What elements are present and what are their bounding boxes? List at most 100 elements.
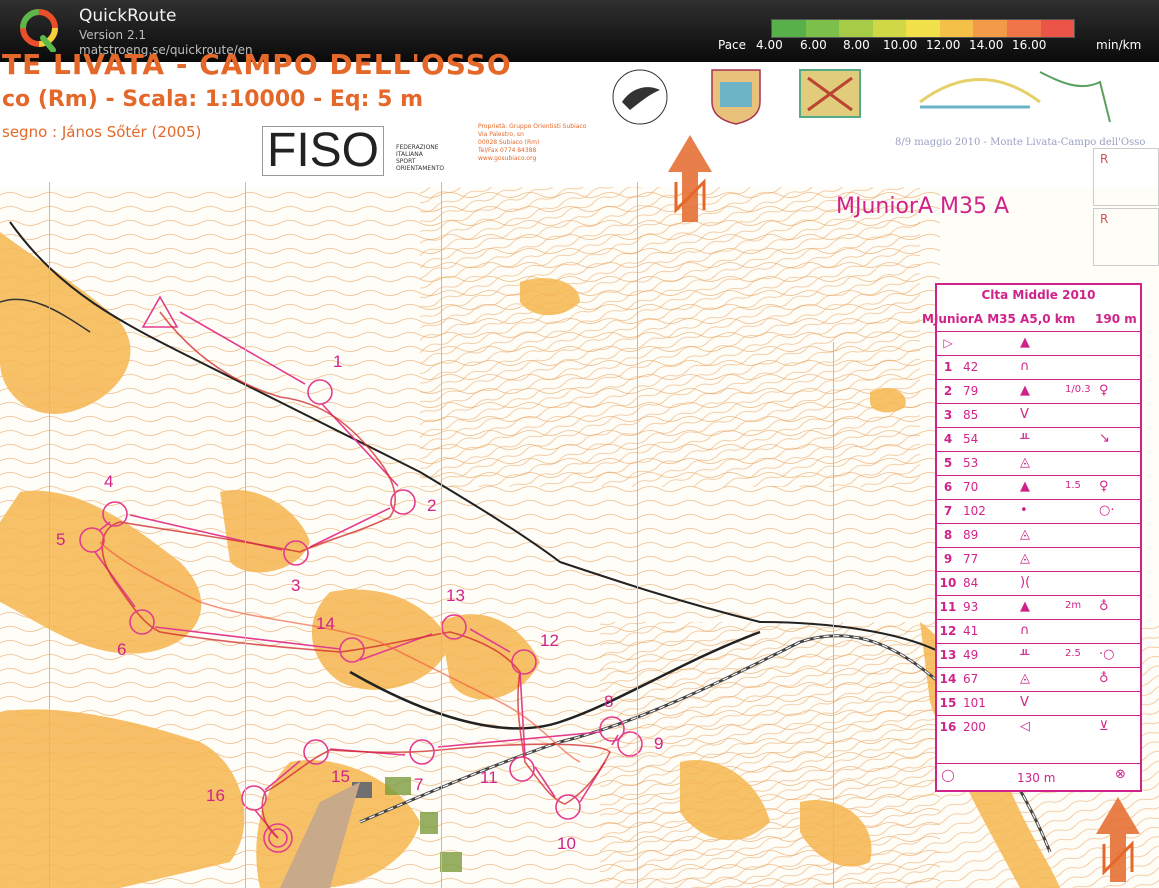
- cd-extra-symbol: ♁: [1099, 671, 1109, 686]
- cd-control-row: 6 70 ▲ 1.5 ♀: [937, 475, 1140, 500]
- cd-code: 54: [963, 432, 979, 446]
- fiso-wordmark: FISO: [262, 126, 385, 176]
- pace-tick: 10.00: [883, 38, 918, 52]
- map-title: TE LIVATA - CAMPO DELL'OSSO: [2, 48, 512, 81]
- cd-number: 1: [943, 360, 953, 374]
- cd-code: 102: [963, 504, 986, 518]
- cd-dimension: 2.5: [1065, 648, 1081, 659]
- cd-control-row: 1 42 ∩: [937, 355, 1140, 380]
- cd-control-row: 10 84 )(: [937, 571, 1140, 596]
- magnetic-north-line: [441, 182, 442, 888]
- cd-code: 79: [963, 384, 979, 398]
- cd-start-row: ▷ ▲: [937, 331, 1140, 356]
- cd-number: 10: [939, 576, 957, 590]
- cd-control-row: 3 85 V: [937, 403, 1140, 428]
- fiso-subtitle: FEDERAZIONE ITALIANA SPORT ORIENTAMENTO: [396, 144, 445, 172]
- cd-number: 14: [939, 672, 957, 686]
- map-author: segno : János Sőtér (2005): [2, 123, 202, 141]
- cd-feature-symbol: )(: [1020, 575, 1031, 590]
- cd-control-row: 9 77 ◬: [937, 547, 1140, 572]
- cd-feature-symbol: ◬: [1020, 527, 1030, 542]
- cd-extra-symbol: ·○: [1099, 647, 1115, 662]
- cd-code: 70: [963, 480, 979, 494]
- pace-tick: 4.00: [756, 38, 783, 52]
- cd-climb: 190 m: [1095, 312, 1137, 326]
- cd-feature-symbol: ᚇ: [1020, 647, 1030, 662]
- cd-code: 41: [963, 624, 979, 638]
- quickroute-logo-icon: [20, 9, 58, 52]
- course-name: MJuniorA M35 A: [836, 194, 1010, 219]
- cd-code: 93: [963, 600, 979, 614]
- cd-number: 4: [943, 432, 953, 446]
- control-number: 10: [557, 834, 576, 853]
- pace-color-segment: [1040, 20, 1075, 37]
- start-feature-icon: ▲: [1020, 335, 1030, 350]
- cd-control-row: 5 53 ◬: [937, 451, 1140, 476]
- cd-feature-symbol: ◬: [1020, 671, 1030, 686]
- pace-color-segment: [906, 20, 940, 37]
- cd-code: 200: [963, 720, 986, 734]
- cd-feature-symbol: ∩: [1020, 359, 1030, 374]
- cd-dimension: 1/0.3: [1065, 384, 1091, 395]
- control-number: 9: [654, 734, 664, 753]
- pace-tick: 8.00: [843, 38, 870, 52]
- control-number: 5: [56, 530, 66, 549]
- cd-number: 13: [939, 648, 957, 662]
- cd-extra-symbol: ↘: [1099, 431, 1110, 446]
- cd-code: 42: [963, 360, 979, 374]
- cd-finish-distance: 130 m: [1017, 771, 1056, 785]
- cd-control-row: 15 101 V: [937, 691, 1140, 716]
- control-number: 1: [333, 352, 343, 371]
- control-number: 12: [540, 631, 559, 650]
- magnetic-north-line: [637, 182, 638, 888]
- cd-extra-symbol: ○·: [1099, 503, 1115, 518]
- control-number: 8: [604, 692, 614, 711]
- pace-tick: 12.00: [926, 38, 961, 52]
- pace-color-segment: [872, 20, 907, 37]
- map-owner: Proprietà: Gruppo Orientisti Subiaco Via …: [478, 123, 587, 162]
- pace-color-segment: [1006, 20, 1041, 37]
- cd-number: 8: [943, 528, 953, 542]
- control-number: 15: [331, 767, 350, 786]
- cd-number: 11: [939, 600, 957, 614]
- app-name: QuickRoute: [79, 6, 177, 26]
- cd-control-row: 12 41 ∩: [937, 619, 1140, 644]
- pace-color-segment: [939, 20, 974, 37]
- magnetic-north-line: [245, 182, 246, 888]
- cd-number: 7: [943, 504, 953, 518]
- cd-code: 84: [963, 576, 979, 590]
- cd-extra-symbol: ♁: [1099, 599, 1109, 614]
- cd-control-row: 4 54 ᚇ ↘: [937, 427, 1140, 452]
- cd-feature-symbol: V: [1020, 695, 1029, 710]
- cd-control-row: 7 102 • ○·: [937, 499, 1140, 524]
- control-number: 6: [117, 640, 127, 659]
- control-number: 13: [446, 586, 465, 605]
- cd-feature-symbol: V: [1020, 407, 1029, 422]
- control-number: 7: [414, 775, 424, 794]
- cd-code: 49: [963, 648, 979, 662]
- cd-number: 15: [939, 696, 957, 710]
- app-version: Version 2.1: [79, 28, 147, 42]
- pace-tick: 6.00: [800, 38, 827, 52]
- cd-code: 77: [963, 552, 979, 566]
- cd-code: 67: [963, 672, 979, 686]
- cd-control-row: 13 49 ᚇ 2.5 ·○: [937, 643, 1140, 668]
- event-date: 8/9 maggio 2010 - Monte Livata-Campo del…: [895, 137, 1146, 148]
- cd-control-row: 14 67 ◬ ♁: [937, 667, 1140, 692]
- r-box: R: [1093, 148, 1159, 206]
- cd-feature-symbol: ◬: [1020, 455, 1030, 470]
- cd-feature-symbol: ∩: [1020, 623, 1030, 638]
- orienteering-map[interactable]: TE LIVATA - CAMPO DELL'OSSO co (Rm) - Sc…: [0, 48, 1159, 888]
- cd-number: 12: [939, 624, 957, 638]
- cd-control-row: 16 200 ◁ ⊻: [937, 715, 1140, 740]
- control-number: 2: [427, 496, 437, 515]
- cd-control-row: 2 79 ▲ 1/0.3 ♀: [937, 379, 1140, 404]
- control-descriptions: Clta Middle 2010 MJuniorA M35 A5,0 km 19…: [922, 283, 1142, 792]
- magnetic-north-line: [49, 182, 50, 888]
- pace-color-segment: [973, 20, 1007, 37]
- cd-extra-symbol: ⊻: [1099, 719, 1109, 734]
- cd-code: 101: [963, 696, 986, 710]
- pace-color-segment: [839, 20, 873, 37]
- cd-feature-symbol: •: [1020, 503, 1028, 518]
- cd-feature-symbol: ᚇ: [1020, 431, 1030, 446]
